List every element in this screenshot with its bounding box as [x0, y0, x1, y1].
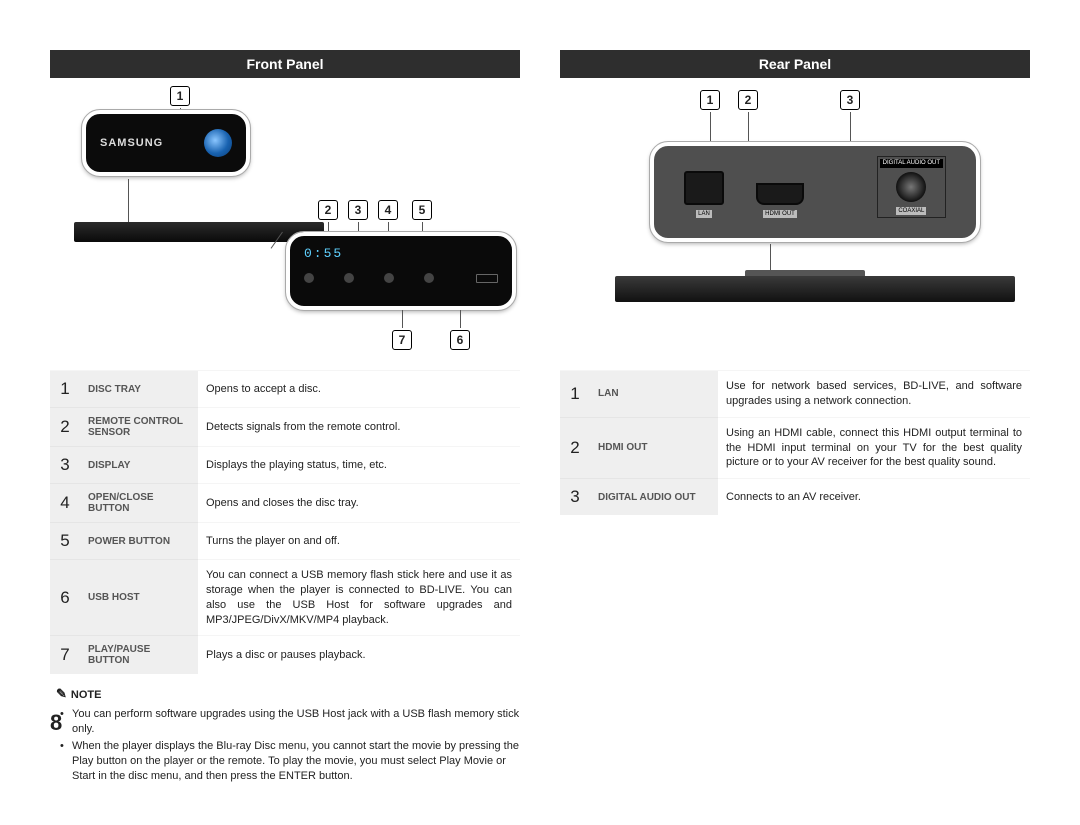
hdmi-port-icon: [756, 183, 804, 205]
open-close-btn-icon: [344, 273, 354, 283]
rear-panel-illustration: LAN HDMI OUT DIGITAL AUDIO OUT COAXIAL: [650, 142, 980, 242]
rear-panel-column: Rear Panel 1 2 3 LAN HDMI OUT DIGITAL AU…: [560, 50, 1030, 785]
front-panel-header: Front Panel: [50, 50, 520, 78]
callout-fp-6: 6: [450, 330, 470, 350]
front-panel-table: 1DISC TRAYOpens to accept a disc. 2REMOT…: [50, 370, 520, 674]
brand-logo: SAMSUNG: [100, 137, 163, 149]
bluray-logo-icon: [204, 129, 232, 157]
play-pause-btn-icon: [424, 273, 434, 283]
callout-fp-7: 7: [392, 330, 412, 350]
coax-port-label: COAXIAL: [896, 207, 926, 215]
table-row: 6USB HOSTYou can connect a USB memory fl…: [50, 560, 520, 636]
table-row: 5POWER BUTTONTurns the player on and off…: [50, 523, 520, 560]
hdmi-port-label: HDMI OUT: [763, 210, 797, 218]
note-icon: ✎: [56, 686, 67, 701]
list-item: When the player displays the Blu‑ray Dis…: [72, 738, 520, 785]
rear-full-view: [615, 276, 1015, 302]
audio-out-label: DIGITAL AUDIO OUT: [880, 159, 943, 168]
callout-fp-5: 5: [412, 200, 432, 220]
callout-rp-3: 3: [840, 90, 860, 110]
lan-port-label: LAN: [696, 210, 712, 218]
note-heading: ✎NOTE: [56, 686, 520, 702]
leader-line: [460, 310, 461, 328]
callout-fp-2: 2: [318, 200, 338, 220]
front-panel-column: Front Panel 1 SAMSUNG 2 3 4 5 0:55: [50, 50, 520, 785]
front-panel-figure: 1 SAMSUNG 2 3 4 5 0:55: [50, 84, 520, 364]
callout-fp-4: 4: [378, 200, 398, 220]
page-number: 8: [50, 710, 62, 736]
table-row: 1DISC TRAYOpens to accept a disc.: [50, 371, 520, 408]
display-readout: 0:55: [304, 246, 498, 261]
power-btn-icon: [384, 273, 394, 283]
disc-tray-illustration: SAMSUNG: [82, 110, 250, 176]
coax-port-icon: [896, 172, 926, 202]
rear-panel-figure: 1 2 3 LAN HDMI OUT DIGITAL AUDIO OUT COA…: [560, 84, 1030, 364]
sensor-dot-icon: [304, 273, 314, 283]
table-row: 3DIGITAL AUDIO OUTConnects to an AV rece…: [560, 479, 1030, 516]
digital-audio-out-group: DIGITAL AUDIO OUT COAXIAL: [877, 156, 946, 218]
rear-panel-table: 1LANUse for network based services, BD-L…: [560, 370, 1030, 515]
list-item: You can perform software upgrades using …: [72, 706, 520, 738]
leader-line: [128, 179, 129, 227]
callout-fp-3: 3: [348, 200, 368, 220]
leader-line: [402, 310, 403, 328]
player-thin-view: [74, 222, 324, 242]
table-row: 1LANUse for network based services, BD-L…: [560, 371, 1030, 418]
note-list: You can perform software upgrades using …: [50, 706, 520, 784]
table-row: 4OPEN/CLOSE BUTTONOpens and closes the d…: [50, 484, 520, 523]
callout-rp-2: 2: [738, 90, 758, 110]
lan-port-icon: [684, 171, 724, 205]
front-closeup-illustration: 0:55: [286, 232, 516, 310]
table-row: 2REMOTE CONTROL SENSORDetects signals fr…: [50, 408, 520, 447]
table-row: 3DISPLAYDisplays the playing status, tim…: [50, 447, 520, 484]
usb-port-icon: [476, 274, 498, 283]
table-row: 7PLAY/PAUSE BUTTONPlays a disc or pauses…: [50, 636, 520, 675]
callout-rp-1: 1: [700, 90, 720, 110]
callout-fp-1: 1: [170, 86, 190, 106]
table-row: 2HDMI OUTUsing an HDMI cable, connect th…: [560, 417, 1030, 479]
rear-panel-header: Rear Panel: [560, 50, 1030, 78]
